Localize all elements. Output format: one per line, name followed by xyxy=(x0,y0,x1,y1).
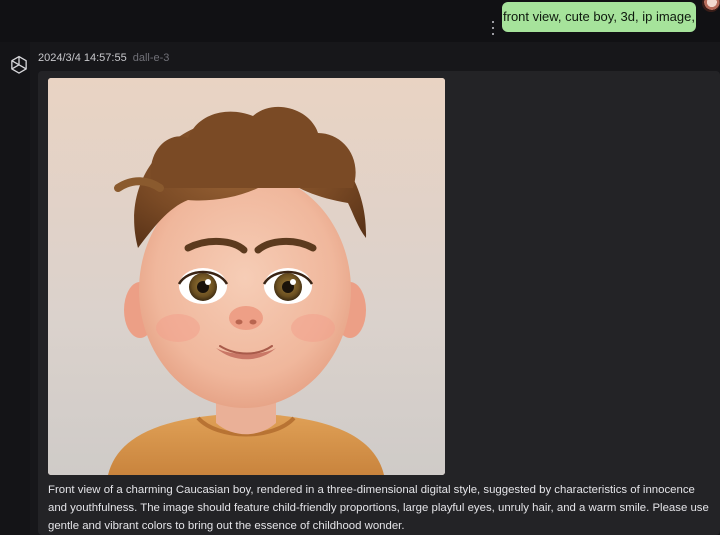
model-label: dall-e-3 xyxy=(132,52,170,64)
openai-logo-icon xyxy=(11,55,27,74)
user-message-bubble: front view, cute boy, 3d, ip image, xyxy=(502,2,696,32)
assistant-gutter xyxy=(0,42,30,535)
generated-image[interactable] xyxy=(48,78,445,475)
chat-window: front view, cute boy, 3d, ip image, 2024… xyxy=(0,0,720,535)
revised-prompt-text: Front view of a charming Caucasian boy, … xyxy=(48,484,709,532)
timestamp: 2024/3/4 14:57:55 xyxy=(38,52,127,64)
message-meta: 2024/3/4 14:57:55 dall-e-3 xyxy=(38,52,169,64)
more-vertical-icon[interactable] xyxy=(490,21,496,35)
